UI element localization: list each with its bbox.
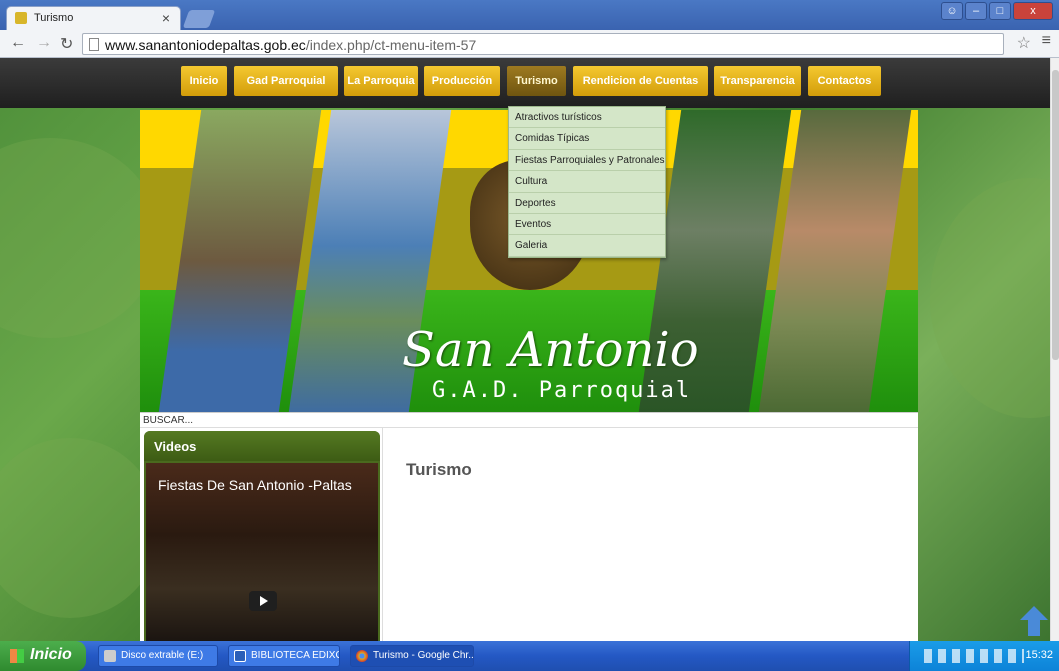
user-icon[interactable]: ☺ xyxy=(941,2,963,20)
address-bar[interactable]: www.sanantoniodepaltas.gob.ec/index.php/… xyxy=(82,33,1004,55)
turismo-dropdown-menu: Atractivos turísticos Comidas Típicas Fi… xyxy=(508,106,666,258)
chrome-icon xyxy=(356,650,368,662)
taskbar-label: BIBLIOTECA EDIXON ... xyxy=(251,650,339,661)
article-title: Turismo xyxy=(406,460,472,479)
column-divider xyxy=(382,428,383,641)
clock[interactable]: 15:32 xyxy=(1025,649,1053,661)
browser-tab-bar: Turismo × ☺ – □ x xyxy=(0,0,1059,30)
taskbar-label: Turismo - Google Chr... xyxy=(373,650,474,661)
bookmark-star-icon[interactable]: ☆ xyxy=(1017,33,1031,53)
content-area: Videos Fiestas De San Antonio -Paltas Tu… xyxy=(140,428,918,641)
banner-subtitle: G.A.D. Parroquial xyxy=(432,378,692,403)
videos-heading: Videos xyxy=(144,431,380,461)
nav-transparencia[interactable]: Transparencia xyxy=(714,66,801,96)
background-hill xyxy=(0,438,160,618)
nav-la-parroquia[interactable]: La Parroquia xyxy=(344,66,418,96)
background-hill xyxy=(930,178,1050,418)
close-window-button[interactable]: x xyxy=(1013,2,1053,20)
new-tab-button[interactable] xyxy=(182,10,216,28)
start-button[interactable]: Inicio xyxy=(0,641,86,671)
search-input[interactable]: BUSCAR... xyxy=(140,412,918,428)
page-icon xyxy=(89,38,99,51)
menu-item-fiestas[interactable]: Fiestas Parroquiales y Patronales xyxy=(509,150,665,172)
menu-item-atractivos[interactable]: Atractivos turísticos xyxy=(509,107,665,129)
site-favicon-icon xyxy=(15,12,27,24)
menu-item-galeria[interactable]: Galeria xyxy=(509,235,665,257)
menu-item-deportes[interactable]: Deportes xyxy=(509,193,665,214)
maximize-button[interactable]: □ xyxy=(989,2,1011,20)
minimize-button[interactable]: – xyxy=(965,2,987,20)
taskbar-button-chrome[interactable]: Turismo - Google Chr... xyxy=(350,645,474,667)
back-arrow-icon[interactable]: ← xyxy=(10,34,26,52)
menu-item-eventos[interactable]: Eventos xyxy=(509,214,665,236)
windows-taskbar: Inicio Disco extrable (E:) BIBLIOTECA ED… xyxy=(0,641,1059,671)
nav-gad-parroquial[interactable]: Gad Parroquial xyxy=(234,66,338,96)
tab-title: Turismo xyxy=(34,12,74,24)
play-icon[interactable] xyxy=(249,591,277,611)
forward-arrow-icon[interactable]: → xyxy=(36,34,52,52)
reload-icon[interactable]: ↻ xyxy=(60,34,73,54)
menu-item-comidas[interactable]: Comidas Típicas xyxy=(509,128,665,150)
nav-turismo[interactable]: Turismo xyxy=(507,66,566,96)
browser-tab[interactable]: Turismo × xyxy=(6,6,181,30)
start-label: Inicio xyxy=(30,646,72,663)
taskbar-label: Disco extrable (E:) xyxy=(121,650,204,661)
scrollbar-thumb[interactable] xyxy=(1052,70,1059,360)
video-title[interactable]: Fiestas De San Antonio -Paltas xyxy=(158,477,352,493)
banner-title: San Antonio xyxy=(402,322,699,378)
taskbar-button-disco[interactable]: Disco extrable (E:) xyxy=(98,645,218,667)
tray-icons[interactable] xyxy=(924,649,1024,663)
page-scrollbar[interactable] xyxy=(1050,58,1059,641)
nav-rendicion-de-cuentas[interactable]: Rendicion de Cuentas xyxy=(573,66,708,96)
url-text: www.sanantoniodepaltas.gob.ec/index.php/… xyxy=(105,37,477,53)
nav-contactos[interactable]: Contactos xyxy=(808,66,881,96)
web-page: Inicio Gad Parroquial La Parroquia Produ… xyxy=(0,58,1050,641)
windows-logo-icon xyxy=(10,649,24,663)
video-player[interactable]: Fiestas De San Antonio -Paltas xyxy=(146,463,378,641)
nav-inicio[interactable]: Inicio xyxy=(181,66,227,96)
browser-toolbar: ← → ↻ www.sanantoniodepaltas.gob.ec/inde… xyxy=(0,30,1059,58)
back-to-top-icon[interactable] xyxy=(1020,606,1048,636)
videos-module: Videos Fiestas De San Antonio -Paltas xyxy=(144,431,380,641)
menu-item-cultura[interactable]: Cultura xyxy=(509,171,665,193)
background-hill xyxy=(0,138,160,338)
taskbar-button-biblioteca[interactable]: BIBLIOTECA EDIXON ... xyxy=(228,645,340,667)
system-tray: 15:32 xyxy=(909,641,1059,671)
drive-icon xyxy=(104,650,116,662)
search-placeholder: BUSCAR... xyxy=(143,415,194,426)
nav-produccion[interactable]: Producción xyxy=(424,66,500,96)
menu-icon[interactable]: ≡ xyxy=(1042,32,1051,50)
window-controls: ☺ – □ x xyxy=(941,2,1053,20)
close-tab-icon[interactable]: × xyxy=(162,10,170,26)
word-icon xyxy=(234,650,246,662)
site-nav-bar: Inicio Gad Parroquial La Parroquia Produ… xyxy=(0,58,1050,108)
